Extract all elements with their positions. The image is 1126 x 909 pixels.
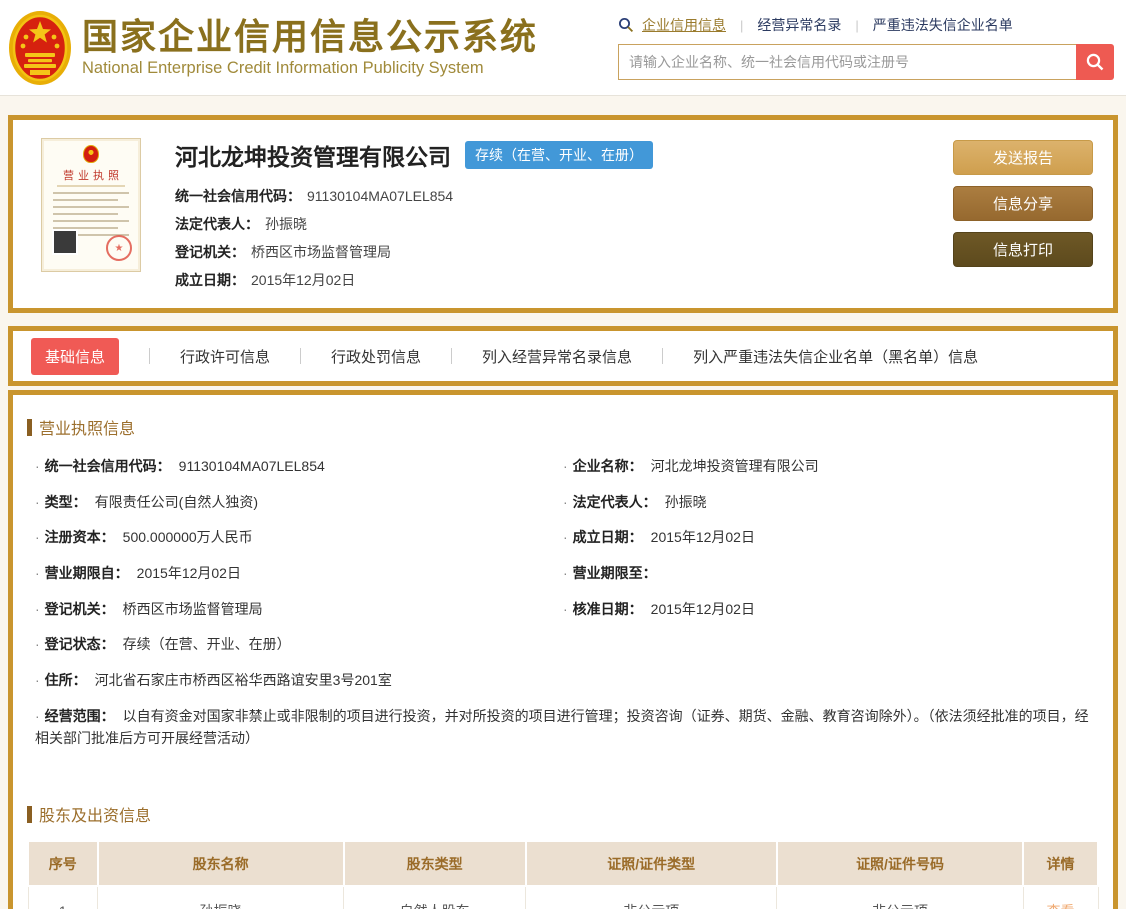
search-icon — [618, 17, 634, 33]
tab-admin-penalty[interactable]: 行政处罚信息 — [331, 346, 421, 367]
col-header-type: 股东类型 — [344, 841, 526, 886]
col-header-cert-no: 证照/证件号码 — [777, 841, 1023, 886]
site-titles: 国家企业信用信息公示系统 National Enterprise Credit … — [82, 17, 538, 78]
tab-blacklist[interactable]: 列入严重违法失信企业名单（黑名单）信息 — [693, 346, 978, 367]
send-report-button[interactable]: 发送报告 — [953, 140, 1093, 175]
company-summary-info: 河北龙坤投资管理有限公司 存续（在营、开业、在册） 统一社会信用代码：91130… — [175, 138, 653, 294]
nav-link-abnormal-list[interactable]: 经营异常名录 — [757, 15, 841, 35]
nav-separator: | — [740, 18, 743, 33]
field-approval-date: ·核准日期：2015年12月02日 — [563, 592, 1091, 628]
tab-admin-license[interactable]: 行政许可信息 — [180, 346, 270, 367]
business-license-thumbnail[interactable]: 营业执照 ★ — [41, 138, 141, 272]
tab-separator — [149, 348, 150, 364]
cell-shareholder-name: 孙振晓 — [98, 886, 344, 909]
table-row: 1 孙振晓 自然人股东 非公示项 非公示项 查看 — [28, 886, 1098, 909]
license-qr-code — [52, 229, 78, 255]
col-header-seq: 序号 — [28, 841, 98, 886]
tab-basic-info[interactable]: 基础信息 — [31, 338, 119, 375]
summary-field-registry: 登记机关：桥西区市场监督管理局 — [175, 238, 653, 266]
shareholders-section-header: 股东及出资信息 — [27, 802, 1099, 826]
summary-field-est-date: 成立日期：2015年12月02日 — [175, 266, 653, 294]
shareholders-table: 序号 股东名称 股东类型 证照/证件类型 证照/证件号码 详情 1 孙振晓 自然… — [27, 840, 1099, 909]
field-registry-authority: ·登记机关：桥西区市场监督管理局 — [35, 592, 563, 628]
header-right: 企业信用信息 | 经营异常名录 | 严重违法失信企业名单 — [618, 15, 1118, 80]
section-bar-icon — [27, 419, 32, 436]
tab-separator — [300, 348, 301, 364]
field-address: ·住所：河北省石家庄市桥西区裕华西路谊安里3号201室 — [35, 663, 1091, 699]
view-detail-link[interactable]: 查看 — [1047, 903, 1075, 909]
shareholders-section: 股东及出资信息 序号 股东名称 股东类型 证照/证件类型 证照/证件号码 详情 … — [27, 802, 1099, 909]
header-nav: 企业信用信息 | 经营异常名录 | 严重违法失信企业名单 — [618, 15, 1114, 35]
cell-detail: 查看 — [1023, 886, 1098, 909]
summary-field-legal-rep: 法定代表人：孙振晓 — [175, 210, 653, 238]
search-bar — [618, 44, 1114, 80]
company-summary-card: 营业执照 ★ 河北龙坤投资管理有限公司 存续（在营、开业、在册） 统一社会信用代… — [8, 115, 1118, 313]
national-emblem-logo — [8, 9, 72, 87]
tab-abnormal-operation[interactable]: 列入经营异常名录信息 — [482, 346, 632, 367]
cell-cert-type: 非公示项 — [526, 886, 777, 909]
license-emblem-icon — [83, 145, 99, 163]
cell-cert-no: 非公示项 — [777, 886, 1023, 909]
search-button-icon — [1085, 52, 1105, 72]
nav-link-credit-info[interactable]: 企业信用信息 — [642, 15, 726, 35]
col-header-detail: 详情 — [1023, 841, 1098, 886]
tab-bar: 基础信息 行政许可信息 行政处罚信息 列入经营异常名录信息 列入严重违法失信企业… — [8, 326, 1118, 386]
table-header-row: 序号 股东名称 股东类型 证照/证件类型 证照/证件号码 详情 — [28, 841, 1098, 886]
cell-shareholder-type: 自然人股东 — [344, 886, 526, 909]
field-company-type: ·类型：有限责任公司(自然人独资) — [35, 485, 563, 521]
summary-field-credit-code: 统一社会信用代码：91130104MA07LEL854 — [175, 182, 653, 210]
license-fields: ·统一社会信用代码：91130104MA07LEL854 ·企业名称：河北龙坤投… — [27, 449, 1099, 756]
site-title-en: National Enterprise Credit Information P… — [82, 59, 538, 78]
section-bar-icon — [27, 806, 32, 823]
field-credit-code: ·统一社会信用代码：91130104MA07LEL854 — [35, 449, 563, 485]
company-status-badge: 存续（在营、开业、在册） — [465, 141, 653, 169]
license-red-seal: ★ — [106, 235, 132, 261]
shareholders-section-title: 股东及出资信息 — [39, 802, 151, 826]
col-header-name: 股东名称 — [98, 841, 344, 886]
search-button[interactable] — [1076, 44, 1114, 80]
search-input[interactable] — [618, 44, 1076, 80]
company-name: 河北龙坤投资管理有限公司 — [175, 138, 451, 172]
tab-separator — [451, 348, 452, 364]
license-decor-line — [57, 185, 126, 187]
license-section-title: 营业执照信息 — [39, 415, 135, 439]
summary-actions: 发送报告 信息分享 信息打印 — [953, 138, 1093, 294]
field-establish-date: ·成立日期：2015年12月02日 — [563, 520, 1091, 556]
share-info-button[interactable]: 信息分享 — [953, 186, 1093, 221]
nav-separator: | — [855, 18, 858, 33]
field-term-to: ·营业期限至： — [563, 556, 1091, 592]
field-registered-capital: ·注册资本：500.000000万人民币 — [35, 520, 563, 556]
site-header: 国家企业信用信息公示系统 National Enterprise Credit … — [0, 0, 1126, 96]
tab-separator — [662, 348, 663, 364]
col-header-cert-type: 证照/证件类型 — [526, 841, 777, 886]
print-info-button[interactable]: 信息打印 — [953, 232, 1093, 267]
field-business-scope: ·经营范围：以自有资金对国家非禁止或非限制的项目进行投资，并对所投资的项目进行管… — [35, 699, 1091, 756]
field-company-name: ·企业名称：河北龙坤投资管理有限公司 — [563, 449, 1091, 485]
nav-link-illegal-list[interactable]: 严重违法失信企业名单 — [873, 15, 1013, 35]
main-content-card: 营业执照信息 ·统一社会信用代码：91130104MA07LEL854 ·企业名… — [8, 390, 1118, 909]
field-term-from: ·营业期限自：2015年12月02日 — [35, 556, 563, 592]
field-legal-rep: ·法定代表人：孙振晓 — [563, 485, 1091, 521]
site-title-zh: 国家企业信用信息公示系统 — [82, 17, 538, 57]
cell-seq: 1 — [28, 886, 98, 909]
license-thumb-title: 营业执照 — [63, 167, 123, 183]
license-section-header: 营业执照信息 — [27, 415, 1099, 439]
field-registration-status: ·登记状态：存续（在营、开业、在册） — [35, 627, 563, 663]
